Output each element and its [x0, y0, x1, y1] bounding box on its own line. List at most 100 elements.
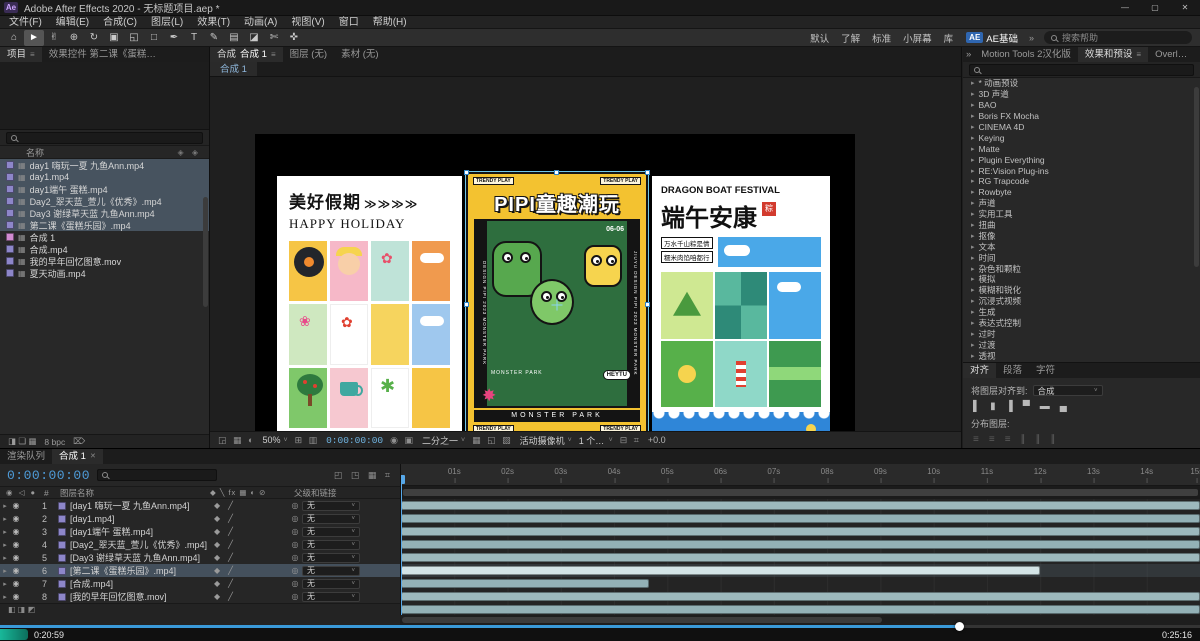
- label-color-chip[interactable]: [6, 269, 14, 277]
- trash-icon[interactable]: ⌦: [73, 436, 85, 447]
- layer-switches[interactable]: ◆╱: [208, 566, 288, 575]
- menu-item[interactable]: 帮助(H): [366, 16, 414, 29]
- snapshot-icons[interactable]: ◉ ▣: [390, 435, 415, 446]
- timeline-layer-row[interactable]: ▸ ◉ 4 [Day2_翠天蓝_萱儿《优秀》.mp4] ◆╱ ◎ 无 ˅: [0, 538, 400, 551]
- tool-button[interactable]: ⊕: [64, 30, 84, 46]
- tab-project[interactable]: 项目 ≡: [0, 47, 42, 62]
- close-tab-icon[interactable]: ✕: [90, 449, 96, 464]
- label-color-chip[interactable]: [6, 161, 14, 169]
- twirl-icon[interactable]: ▸: [0, 502, 10, 510]
- label-color-chip[interactable]: [6, 221, 14, 229]
- twirl-icon[interactable]: ▸: [0, 580, 10, 588]
- effect-category-row[interactable]: ▸ 过渡: [963, 339, 1194, 350]
- effect-category-row[interactable]: ▸ 抠像: [963, 230, 1194, 241]
- label-color-chip[interactable]: [58, 579, 66, 588]
- layer-switches[interactable]: ◆╱: [208, 540, 288, 549]
- twirl-icon[interactable]: ▸: [971, 265, 975, 273]
- effect-category-row[interactable]: ▸ 表达式控制: [963, 318, 1194, 329]
- pickwhip-icon[interactable]: ◎: [288, 553, 302, 562]
- twirl-icon[interactable]: ▸: [971, 221, 975, 229]
- comp-toolbar-icons[interactable]: ⊟ ⌗: [620, 435, 641, 446]
- twirl-icon[interactable]: ▸: [971, 341, 975, 349]
- visibility-toggle[interactable]: ◉: [10, 540, 22, 549]
- tool-button[interactable]: ↻: [84, 30, 104, 46]
- twirl-icon[interactable]: ▸: [971, 297, 975, 305]
- tab-character[interactable]: 字符: [1029, 363, 1063, 378]
- twirl-icon[interactable]: ▸: [971, 352, 975, 360]
- camera-view-dropdown[interactable]: 活动摄像机 ˅: [520, 434, 572, 447]
- twirl-icon[interactable]: ▸: [971, 199, 975, 207]
- project-bottom-icons[interactable]: ◨ ❏ ▦: [8, 436, 36, 447]
- layer-duration-bar[interactable]: [401, 592, 1200, 601]
- twirl-icon[interactable]: ▸: [0, 554, 10, 562]
- align-icon[interactable]: ▀: [1023, 401, 1030, 413]
- timeline-search-input[interactable]: [112, 470, 213, 480]
- label-color-chip[interactable]: [6, 185, 14, 193]
- layer-name[interactable]: [day1.mp4]: [70, 514, 208, 524]
- layer-switches[interactable]: ◆╱: [208, 501, 288, 510]
- selection-handle[interactable]: [464, 302, 469, 307]
- poster-dragon-boat-festival[interactable]: DRAGON BOAT FESTIVAL 端午安康 粽 万水千山粽是情 糯米肉馅…: [652, 176, 830, 431]
- effect-category-row[interactable]: ▸ 模糊和锐化: [963, 285, 1194, 296]
- label-color-chip[interactable]: [6, 245, 14, 253]
- menu-item[interactable]: 编辑(E): [49, 16, 96, 29]
- visibility-toggle[interactable]: ◉: [10, 592, 22, 601]
- label-color-chip[interactable]: [6, 209, 14, 217]
- label-color-chip[interactable]: [6, 233, 14, 241]
- tool-button[interactable]: ◪: [244, 30, 264, 46]
- menu-item[interactable]: 效果(T): [190, 16, 237, 29]
- time-ruler[interactable]: 01s 02s 03s 04s 05s 06s 07s 08s 09s 10s …: [401, 464, 1200, 486]
- pickwhip-icon[interactable]: ◎: [288, 540, 302, 549]
- anchor-point-icon[interactable]: [551, 299, 563, 311]
- poster-happy-holiday[interactable]: 美好假期 ≫≫≫≫ HAPPY HOLIDAY ✿ ❀ ✿ ✱: [277, 176, 462, 431]
- layer-duration-bar[interactable]: [401, 514, 1200, 523]
- bit-depth-indicator[interactable]: 8 bpc: [44, 437, 65, 447]
- tool-button[interactable]: T: [184, 30, 204, 46]
- distribute-icon[interactable]: ∥: [1021, 434, 1026, 446]
- twirl-icon[interactable]: ▸: [971, 254, 975, 262]
- comp-toolbar-icons[interactable]: ▦ ◱ ▨: [472, 435, 513, 446]
- selection-handle[interactable]: [645, 302, 650, 307]
- tab-paragraph[interactable]: 段落: [996, 363, 1030, 378]
- label-color-chip[interactable]: [58, 592, 66, 601]
- effect-category-row[interactable]: ▸ Rowbyte: [963, 187, 1194, 198]
- visibility-toggle[interactable]: ◉: [10, 527, 22, 536]
- layer-duration-bar[interactable]: [401, 566, 1041, 575]
- effect-category-row[interactable]: ▸ 扭曲: [963, 220, 1194, 231]
- effect-category-row[interactable]: ▸ 沉浸式视频: [963, 296, 1194, 307]
- panel-menu-icon[interactable]: ≡: [30, 47, 35, 62]
- menu-item[interactable]: 窗口: [332, 16, 366, 29]
- pickwhip-icon[interactable]: ◎: [288, 592, 302, 601]
- label-color-chip[interactable]: [58, 553, 66, 562]
- label-color-chip[interactable]: [58, 527, 66, 536]
- layer-duration-bar[interactable]: [401, 579, 649, 588]
- twirl-icon[interactable]: ▸: [971, 210, 975, 218]
- twirl-icon[interactable]: ▸: [971, 232, 975, 240]
- align-icon[interactable]: ▌: [973, 401, 980, 413]
- twirl-icon[interactable]: ▸: [971, 188, 975, 196]
- distribute-icon[interactable]: ≡: [989, 434, 995, 446]
- close-button[interactable]: ✕: [1170, 0, 1200, 16]
- exposure-value[interactable]: +0.0: [648, 435, 666, 445]
- timeline-bottom-toggles[interactable]: ◧ ◨ ◩: [0, 603, 400, 615]
- distribute-icon[interactable]: ∥: [1051, 434, 1056, 446]
- selection-handle[interactable]: [645, 170, 650, 175]
- twirl-icon[interactable]: ▸: [971, 156, 975, 164]
- project-item-row[interactable]: ▦ 合成.mp4: [0, 243, 209, 255]
- twirl-icon[interactable]: ▸: [971, 123, 975, 131]
- timeline-search-field[interactable]: [97, 469, 218, 481]
- layer-name[interactable]: [Day2_翠天蓝_萱儿《优秀》.mp4]: [70, 538, 208, 551]
- workspace-tab-active[interactable]: AE AE基础: [961, 31, 1023, 45]
- project-item-row[interactable]: ▦ day1 嗨玩一夏 九鱼Ann.mp4: [0, 159, 209, 171]
- align-icon[interactable]: ▐: [1006, 401, 1013, 413]
- workspace-tab[interactable]: 默认: [804, 31, 835, 45]
- comp-toolbar-icons[interactable]: ◲ ▦ ◐: [218, 435, 255, 446]
- selection-handle[interactable]: [554, 170, 559, 175]
- effect-category-row[interactable]: ▸ 透视: [963, 350, 1194, 361]
- playhead[interactable]: [401, 475, 405, 615]
- panel-menu-icon[interactable]: ≡: [1136, 47, 1141, 62]
- tab-motion-tools[interactable]: Motion Tools 2汉化版: [974, 47, 1078, 62]
- composition-viewer[interactable]: 美好假期 ≫≫≫≫ HAPPY HOLIDAY ✿ ❀ ✿ ✱ TRENDY P…: [210, 77, 961, 431]
- workspace-tab[interactable]: 小屏幕: [897, 31, 938, 45]
- pickwhip-icon[interactable]: ◎: [288, 527, 302, 536]
